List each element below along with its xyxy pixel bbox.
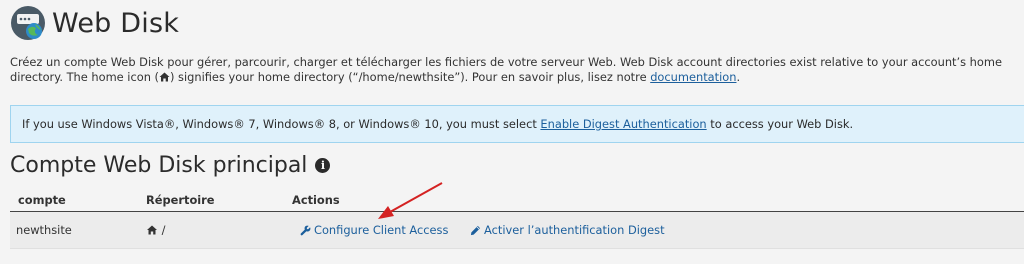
directory-path: / bbox=[161, 223, 166, 237]
wrench-icon bbox=[300, 225, 311, 235]
section-heading: Compte Web Disk principal i bbox=[10, 153, 331, 178]
table-header: compte Répertoire Actions bbox=[10, 188, 1024, 212]
description-text-2: ) signifies your home directory (“/home/… bbox=[169, 70, 651, 84]
page-header: Web Disk bbox=[10, 2, 179, 44]
header-directory[interactable]: Répertoire bbox=[146, 193, 215, 207]
activate-digest-link[interactable]: Activer l’authentification Digest bbox=[470, 223, 665, 237]
enable-digest-link[interactable]: Enable Digest Authentication bbox=[540, 117, 706, 131]
configure-client-access-link[interactable]: Configure Client Access bbox=[300, 223, 448, 237]
table-row: newthsite / Configure Client Access Acti… bbox=[10, 212, 1024, 249]
pencil-icon bbox=[470, 225, 481, 235]
account-cell: newthsite bbox=[16, 223, 72, 237]
header-actions: Actions bbox=[292, 193, 340, 207]
documentation-link[interactable]: documentation bbox=[650, 70, 736, 84]
alert-text: If you use Windows Vista®, Windows® 7, W… bbox=[22, 117, 541, 131]
webdisk-table: compte Répertoire Actions newthsite / Co… bbox=[10, 188, 1024, 249]
alert-text-end: to access your Web Disk. bbox=[706, 117, 854, 131]
page-title: Web Disk bbox=[52, 7, 180, 39]
page-description: Créez un compte Web Disk pour gérer, par… bbox=[10, 55, 1022, 85]
directory-cell: / bbox=[146, 223, 165, 237]
web-disk-icon bbox=[10, 5, 46, 41]
description-end: . bbox=[736, 70, 741, 84]
configure-client-access-label: Configure Client Access bbox=[314, 223, 449, 237]
actions-cell: Configure Client Access Activer l’authen… bbox=[300, 223, 665, 239]
home-icon bbox=[159, 71, 170, 82]
info-alert: If you use Windows Vista®, Windows® 7, W… bbox=[10, 105, 1024, 143]
activate-digest-label: Activer l’authentification Digest bbox=[484, 223, 665, 237]
home-icon bbox=[146, 223, 158, 237]
header-account[interactable]: compte bbox=[18, 193, 66, 207]
section-title: Compte Web Disk principal bbox=[10, 153, 308, 178]
info-icon[interactable]: i bbox=[315, 158, 331, 173]
